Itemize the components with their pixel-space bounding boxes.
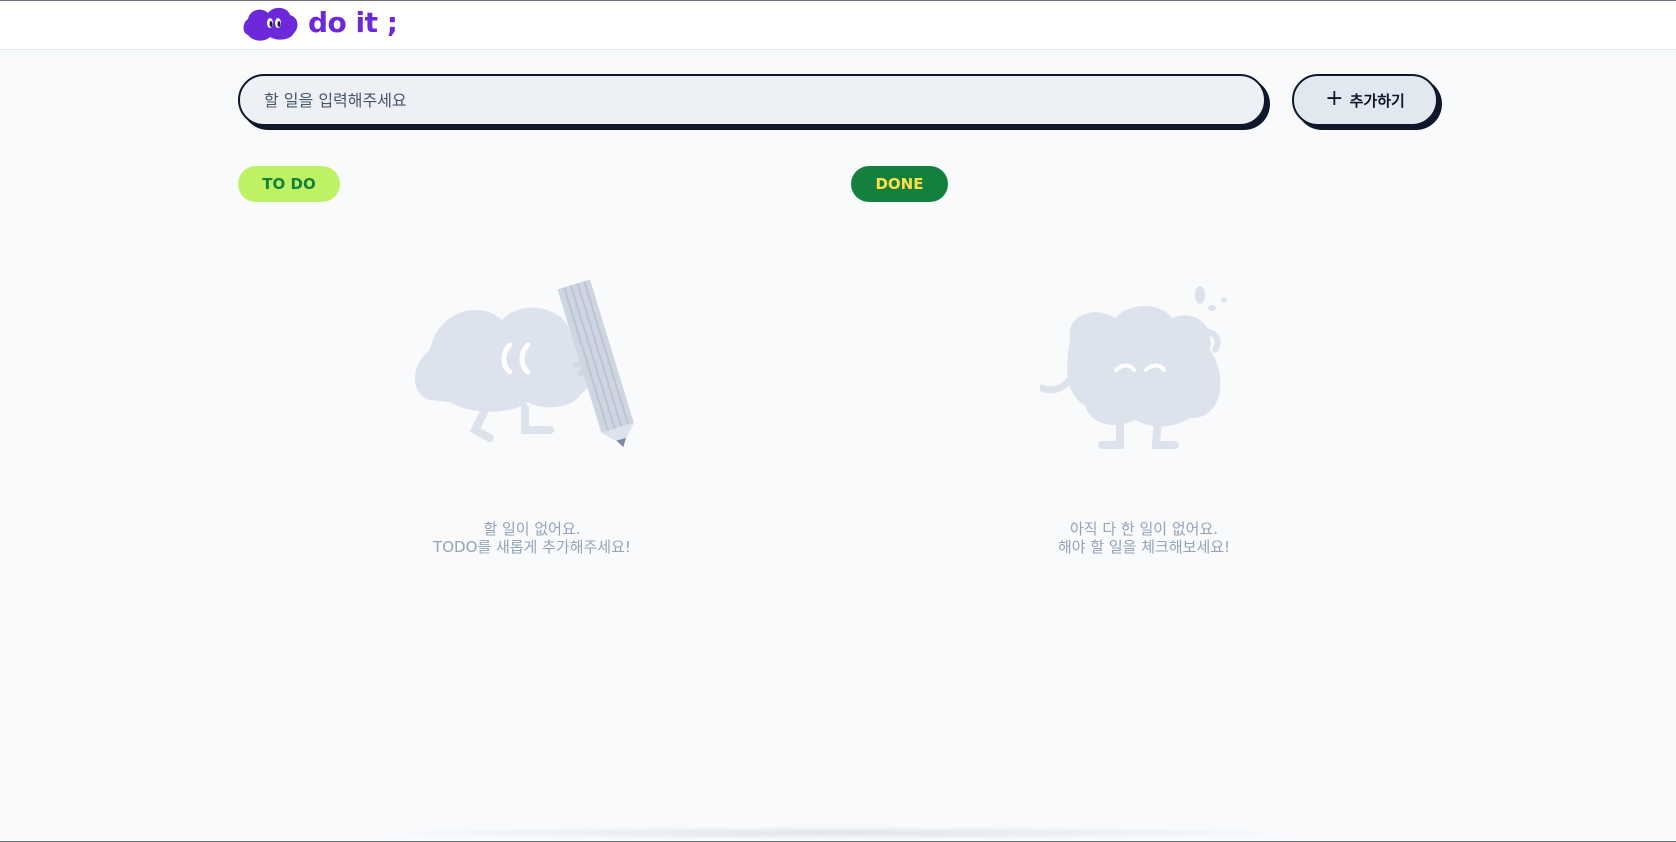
add-todo-button[interactable]: + 추가하기 xyxy=(1292,74,1438,126)
app-header: do it ; xyxy=(0,1,1676,50)
todo-empty-message: 할 일이 없어요. TODO를 새롭게 추가해주세요! xyxy=(332,520,732,556)
todo-input-container xyxy=(238,74,1270,130)
plus-icon: + xyxy=(1325,86,1344,111)
done-section-badge: DONE xyxy=(851,166,948,202)
todo-section-badge: TO DO xyxy=(238,166,340,202)
empty-todo-illustration-icon xyxy=(415,279,634,447)
app-logo[interactable]: do it ; xyxy=(240,3,398,43)
footer-shadow xyxy=(370,826,1310,840)
empty-done-illustration-icon xyxy=(1040,286,1227,449)
done-empty-line-1: 아직 다 한 일이 없어요. xyxy=(1069,520,1219,538)
todo-input[interactable] xyxy=(238,74,1266,126)
todo-empty-line-1: 할 일이 없어요. xyxy=(483,520,581,538)
logo-wordmark: do it ; xyxy=(308,6,398,39)
done-empty-message: 아직 다 한 일이 없어요. 해야 할 일을 체크해보세요! xyxy=(944,520,1344,556)
add-button-container: + 추가하기 xyxy=(1292,74,1442,130)
done-empty-line-2: 해야 할 일을 체크해보세요! xyxy=(1057,538,1231,556)
cloud-mascot-logo-icon xyxy=(243,7,298,41)
todo-empty-line-2: TODO를 새롭게 추가해주세요! xyxy=(433,538,631,556)
add-button-label: 추가하기 xyxy=(1349,91,1405,110)
